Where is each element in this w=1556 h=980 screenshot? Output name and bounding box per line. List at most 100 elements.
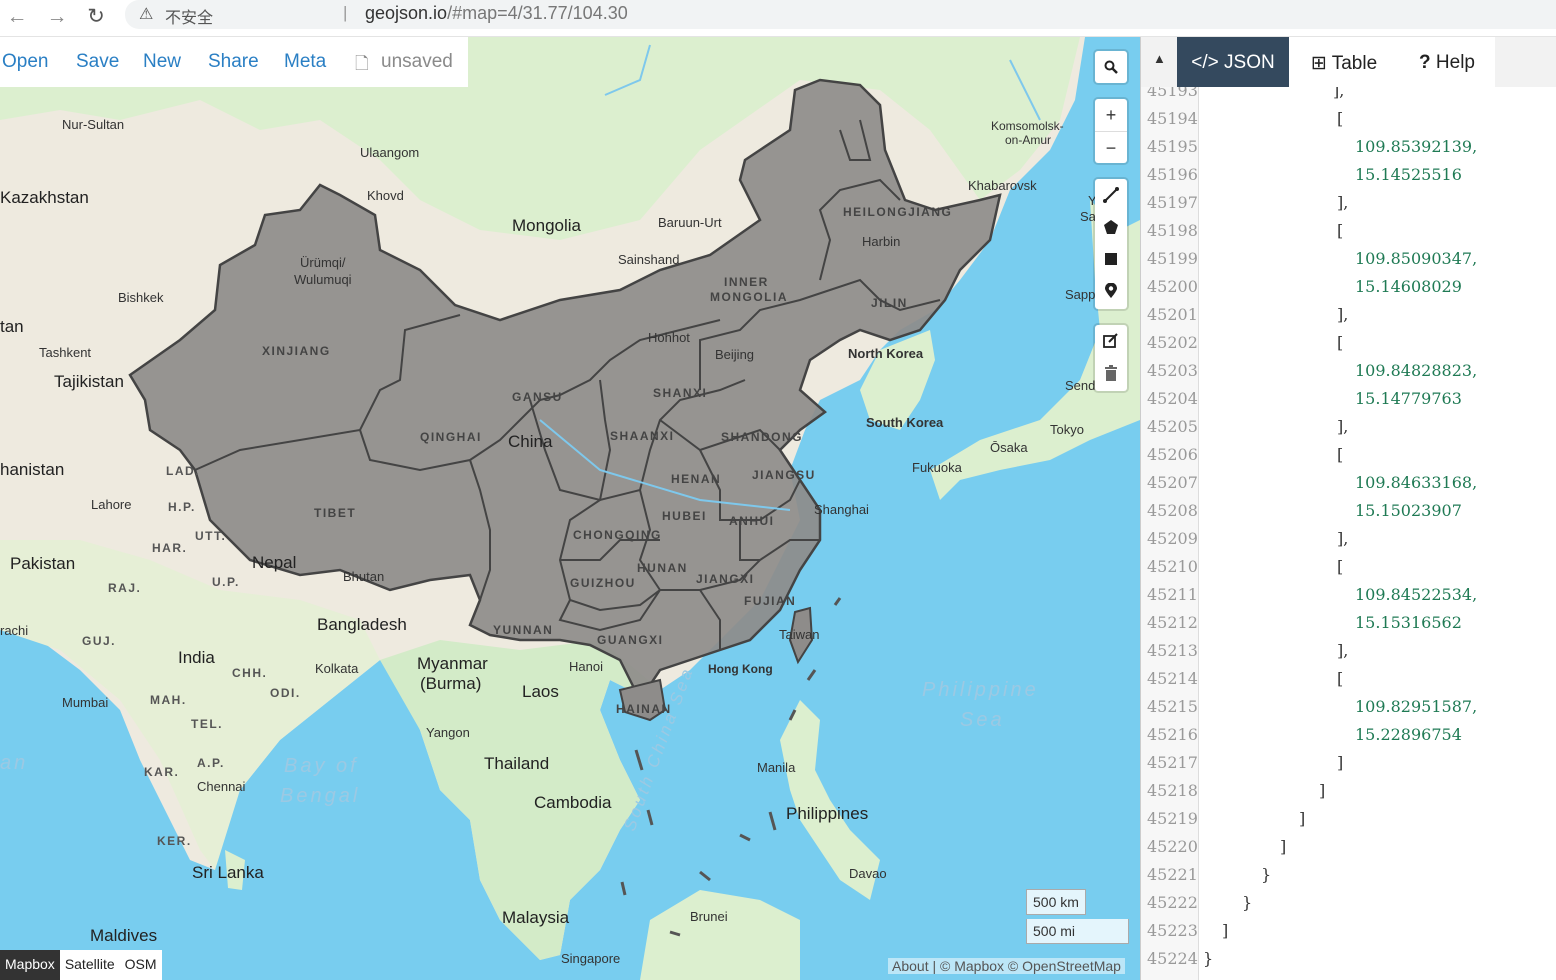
code-line: ], [1337, 641, 1349, 660]
editor-panel: ▲ </> JSON ⊞ Table ? Help 45193], 45194 [4… [1140, 37, 1556, 980]
save-button[interactable]: Save [76, 51, 119, 73]
label-inner: INNER [724, 275, 769, 289]
code-line: [ [1337, 445, 1344, 464]
label-urumqi: Ürümqi/ [300, 255, 346, 270]
url-text[interactable]: geojson.io/#map=4/31.77/104.30 [365, 3, 628, 24]
tab-table[interactable]: ⊞ Table [1289, 37, 1399, 87]
code-line: 15.15023907 [1355, 501, 1462, 520]
label-tibet: TIBET [314, 506, 357, 520]
label-anhui: ANHUI [729, 514, 775, 528]
share-button[interactable]: Share [208, 51, 259, 73]
line-number: 45221 [1147, 865, 1198, 884]
security-label[interactable]: 不安全 [165, 4, 213, 28]
zoom-control: + − [1095, 99, 1127, 163]
arrow-right-icon[interactable]: → [42, 2, 72, 32]
open-button[interactable]: Open [2, 51, 48, 73]
tab-help[interactable]: ? Help [1399, 37, 1495, 87]
label-hp: H.P. [168, 500, 196, 514]
draw-polygon-icon[interactable] [1095, 211, 1127, 243]
label-pakistan: Pakistan [10, 554, 76, 573]
land-borneo [640, 890, 800, 980]
line-number: 45202 [1147, 333, 1198, 352]
line-number: 45220 [1147, 837, 1198, 856]
panel-tabs: ▲ </> JSON ⊞ Table ? Help [1141, 37, 1556, 87]
address-bar[interactable]: ⚠ 不安全 | geojson.io/#map=4/31.77/104.30 [125, 0, 1556, 29]
line-number: 45219 [1147, 809, 1198, 828]
line-number: 45218 [1147, 781, 1198, 800]
label-sapporo: Sapp [1065, 287, 1096, 302]
map-view[interactable]: Mongolia Kazakhstan Tajikistan hanistan … [0, 37, 1140, 980]
layer-satellite[interactable]: Satellite [59, 950, 120, 980]
label-manila: Manila [757, 760, 796, 775]
search-icon[interactable] [1095, 51, 1127, 83]
layer-osm[interactable]: OSM [119, 950, 162, 980]
line-number: 45213 [1147, 641, 1198, 660]
code-line: ] [1280, 837, 1287, 856]
label-taiwan: Taiwan [779, 627, 820, 642]
delete-icon[interactable] [1095, 357, 1127, 389]
reload-icon[interactable]: ↻ [81, 2, 111, 32]
code-line: 109.85392139, [1355, 137, 1478, 156]
label-bangladesh: Bangladesh [317, 615, 407, 634]
line-number: 45207 [1147, 473, 1198, 492]
line-number: 45209 [1147, 529, 1198, 548]
label-tashkent: Tashkent [39, 345, 92, 360]
label-fujian: FUJIAN [744, 594, 797, 608]
line-number: 45223 [1147, 921, 1198, 940]
code-line: ], [1337, 417, 1349, 436]
label-myanmar: Myanmar [417, 654, 488, 673]
label-lad: LAD. [166, 464, 200, 478]
line-number: 45201 [1147, 305, 1198, 324]
label-sea: Sea [960, 709, 1005, 731]
line-number: 45222 [1147, 893, 1198, 912]
zoom-out-icon[interactable]: − [1095, 131, 1127, 163]
draw-rectangle-icon[interactable] [1095, 243, 1127, 275]
draw-marker-icon[interactable] [1095, 275, 1127, 307]
line-number: 45198 [1147, 221, 1198, 240]
label-osaka: Ōsaka [990, 440, 1028, 455]
label-shanghai: Shanghai [814, 502, 869, 517]
label-qinghai: QINGHAI [420, 430, 482, 444]
map-attribution[interactable]: About | © Mapbox © OpenStreetMap [888, 958, 1125, 974]
line-number: 45194 [1147, 109, 1198, 128]
label-har: HAR. [152, 541, 188, 555]
code-line: 15.14779763 [1355, 389, 1462, 408]
label-sendai: Send [1065, 378, 1096, 393]
label-gansu: GANSU [512, 390, 563, 404]
code-line: 109.85090347, [1355, 249, 1478, 268]
label-philippines: Philippines [786, 804, 869, 823]
label-komsomolsk: Komsomolsk- [991, 119, 1064, 133]
label-singapore: Singapore [561, 951, 621, 966]
draw-line-icon[interactable] [1095, 179, 1127, 211]
triangle-up-icon[interactable]: ▲ [1153, 51, 1166, 66]
code-line: ] [1222, 921, 1229, 940]
code-line: ], [1337, 529, 1349, 548]
label-afghanistan: hanistan [0, 460, 65, 479]
meta-button[interactable]: Meta [284, 51, 326, 73]
arrow-left-icon[interactable]: ← [2, 2, 32, 32]
json-editor[interactable]: 45193], 45194 [45195 109.85392139, 45196 15.1… [1141, 87, 1556, 980]
label-tel: TEL. [191, 717, 223, 731]
code-icon: </> [1191, 52, 1219, 73]
line-number: 45206 [1147, 445, 1198, 464]
new-button[interactable]: New [143, 51, 181, 73]
label-kar: KAR. [144, 765, 180, 779]
label-hanoi: Hanoi [569, 659, 603, 674]
url-host: geojson.io [365, 3, 448, 23]
label-khabarovsk: Khabarovsk [968, 178, 1037, 193]
label-philippine: Philippine [922, 679, 1039, 701]
edit-icon[interactable] [1095, 325, 1127, 357]
line-number: 45212 [1147, 613, 1198, 632]
warning-icon[interactable]: ⚠ [139, 4, 153, 24]
scale-mi: 500 mi [1026, 919, 1129, 944]
label-guangxi: GUANGXI [597, 633, 664, 647]
zoom-in-icon[interactable]: + [1095, 99, 1127, 131]
tab-json[interactable]: </> JSON [1177, 37, 1289, 87]
layer-mapbox[interactable]: Mapbox [0, 950, 60, 980]
label-mongolia-prov: MONGOLIA [710, 290, 788, 304]
label-jiangsu: JIANGSU [752, 468, 816, 482]
label-bishkek: Bishkek [118, 290, 164, 305]
tab-table-label: Table [1331, 53, 1378, 74]
label-yunnan: YUNNAN [493, 623, 554, 637]
file-icon: 🗋 [355, 54, 369, 73]
